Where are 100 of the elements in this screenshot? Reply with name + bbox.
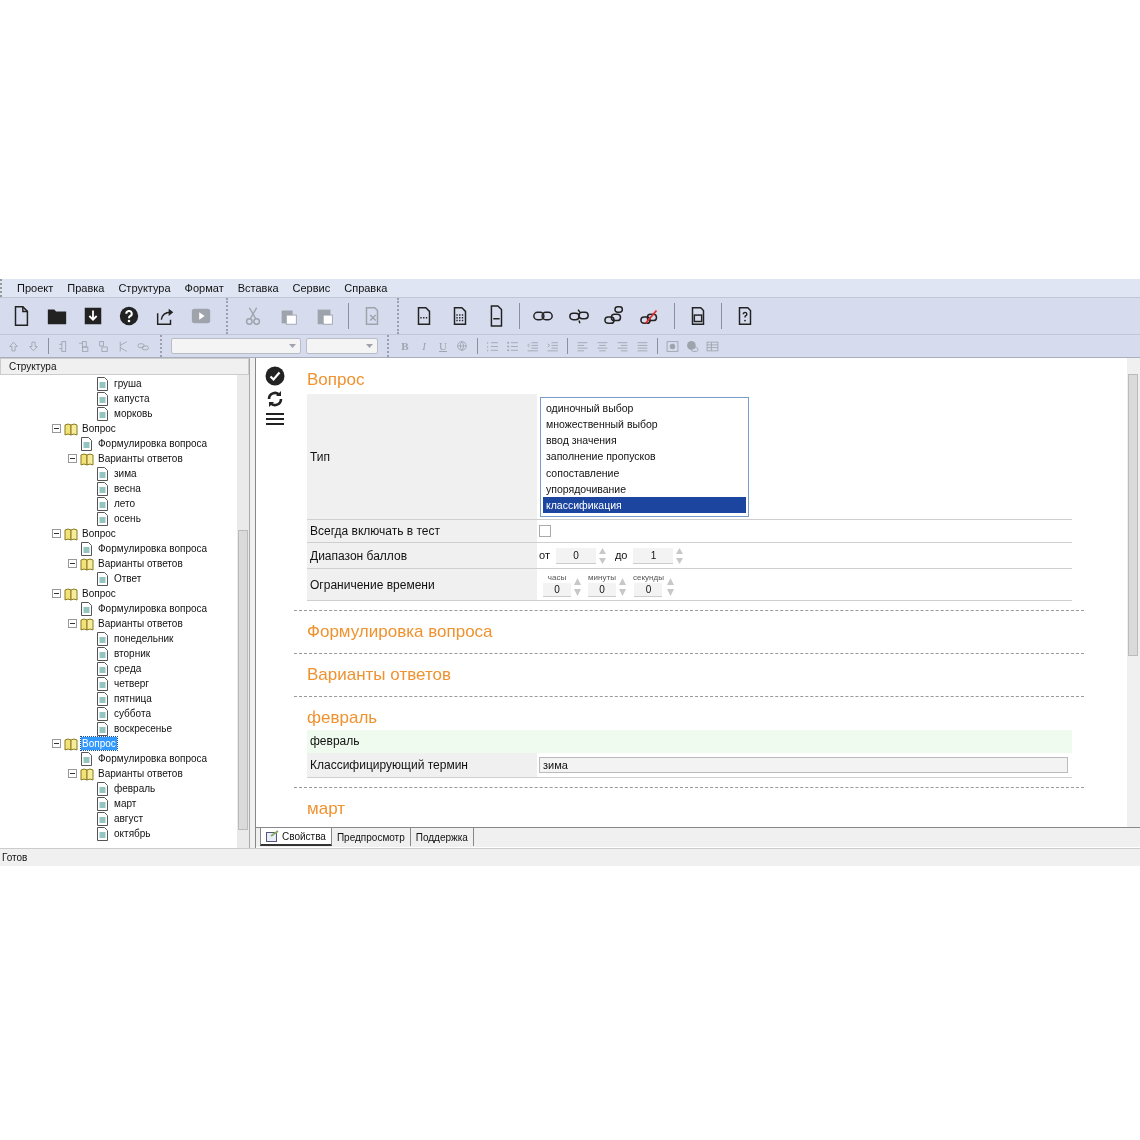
collapse-icon[interactable] bbox=[68, 454, 77, 463]
document-icon bbox=[80, 601, 94, 616]
scrollbar[interactable] bbox=[237, 375, 249, 848]
tree-item[interactable]: среда bbox=[113, 662, 143, 675]
spinner-arrows-icon[interactable] bbox=[597, 546, 607, 565]
tab[interactable]: Поддержка bbox=[410, 828, 474, 846]
number-field[interactable]: 0 bbox=[555, 547, 596, 564]
tab[interactable]: Предпросмотр bbox=[331, 828, 411, 846]
menu-item[interactable]: Справка bbox=[337, 279, 395, 297]
tree-item[interactable]: март bbox=[113, 797, 138, 810]
collapse-icon[interactable] bbox=[52, 424, 61, 433]
document-icon bbox=[96, 796, 110, 811]
menu-item[interactable]: Формат bbox=[177, 279, 231, 297]
list-option[interactable]: сопоставление bbox=[543, 464, 746, 481]
answer-text: февраль bbox=[307, 730, 1072, 753]
tab[interactable]: Свойства bbox=[260, 828, 332, 846]
book-icon bbox=[64, 586, 78, 601]
list-option[interactable]: ввод значения bbox=[543, 432, 746, 449]
scrollbar[interactable] bbox=[1127, 358, 1140, 827]
document-icon bbox=[96, 781, 110, 796]
collapse-icon[interactable] bbox=[52, 739, 61, 748]
scroll-thumb[interactable] bbox=[238, 530, 248, 830]
tree-item[interactable]: лето bbox=[113, 497, 137, 510]
list-box[interactable]: одиночный выбор множественный выбор ввод значения заполнение пропусков сопоставление упорядочивание классификация bbox=[540, 396, 749, 517]
tree-item[interactable]: Вопрос bbox=[81, 527, 117, 540]
list-option[interactable]: одиночный выбор bbox=[543, 399, 746, 416]
section-heading: Вопрос bbox=[307, 369, 366, 391]
input-field[interactable]: зима bbox=[539, 757, 1068, 773]
tree-item[interactable]: Формулировка вопроса bbox=[97, 602, 209, 615]
list-option[interactable]: упорядочивание bbox=[543, 480, 746, 498]
book-icon bbox=[80, 766, 94, 781]
document-icon bbox=[96, 571, 110, 586]
tree-item[interactable]: морковь bbox=[113, 407, 154, 420]
list-option[interactable]: множественный выбор bbox=[543, 415, 746, 433]
document-icon bbox=[80, 541, 94, 556]
download-icon[interactable] bbox=[82, 305, 104, 327]
help-icon[interactable] bbox=[118, 305, 140, 327]
number-field[interactable]: 1 bbox=[633, 547, 674, 564]
scroll-thumb[interactable] bbox=[1128, 374, 1138, 656]
spinner-arrows-icon[interactable] bbox=[573, 576, 582, 597]
tree-item[interactable]: понедельник bbox=[113, 632, 175, 645]
spinner-arrows-icon[interactable] bbox=[675, 546, 685, 565]
chain-links-icon[interactable] bbox=[604, 305, 626, 327]
book-icon bbox=[64, 421, 78, 436]
tree-item[interactable]: Варианты ответов bbox=[97, 767, 184, 780]
document-icon bbox=[96, 376, 110, 391]
tree-item[interactable]: Вопрос bbox=[81, 587, 117, 600]
property-label: Тип bbox=[307, 394, 537, 519]
section-heading: февраль bbox=[307, 707, 379, 729]
document-icon bbox=[96, 406, 110, 421]
section-heading: Формулировка вопроса bbox=[307, 621, 494, 643]
collapse-icon[interactable] bbox=[68, 559, 77, 568]
tree-item[interactable]: вторник bbox=[113, 647, 152, 660]
tree-item[interactable]: февраль bbox=[113, 782, 157, 795]
tree-item[interactable]: осень bbox=[113, 512, 142, 525]
list-option[interactable]: классификация bbox=[543, 497, 746, 514]
tree-item[interactable]: груша bbox=[113, 377, 143, 390]
menu-item[interactable]: Правка bbox=[60, 279, 112, 297]
document-icon bbox=[80, 751, 94, 766]
tree-item[interactable]: октябрь bbox=[113, 827, 152, 840]
field-caption: секунды bbox=[633, 572, 664, 583]
menu-item[interactable]: Вставка bbox=[230, 279, 286, 297]
tree-item[interactable]: Формулировка вопроса bbox=[97, 542, 209, 555]
document-icon bbox=[96, 466, 110, 481]
tree-item[interactable]: суббота bbox=[113, 707, 152, 720]
spinner-arrows-icon[interactable] bbox=[618, 576, 627, 597]
collapse-icon[interactable] bbox=[68, 619, 77, 628]
tree-item[interactable]: воскресенье bbox=[113, 722, 174, 735]
number-field[interactable]: 0 bbox=[588, 582, 616, 597]
menu-item[interactable]: Сервис bbox=[285, 279, 338, 297]
panel-header: Структура bbox=[0, 358, 249, 375]
number-field[interactable]: 0 bbox=[543, 582, 571, 597]
refresh-icon[interactable] bbox=[266, 390, 284, 408]
list-option[interactable]: заполнение пропусков bbox=[543, 448, 746, 465]
tree-item[interactable]: четверг bbox=[113, 677, 150, 690]
collapse-icon[interactable] bbox=[68, 769, 77, 778]
tree-item[interactable]: Вопрос bbox=[81, 422, 117, 435]
collapse-icon[interactable] bbox=[52, 589, 61, 598]
tree-item[interactable]: Формулировка вопроса bbox=[97, 437, 209, 450]
spinner-arrows-icon[interactable] bbox=[665, 576, 675, 597]
tree-item[interactable]: Варианты ответов bbox=[97, 557, 184, 570]
tree-item[interactable]: Варианты ответов bbox=[97, 452, 184, 465]
number-field[interactable]: 0 bbox=[634, 582, 663, 597]
tree-item[interactable]: Ответ bbox=[113, 572, 143, 585]
tree-item[interactable]: август bbox=[113, 812, 144, 825]
tree-item[interactable]: пятница bbox=[113, 692, 153, 705]
menu-item[interactable]: Проект bbox=[10, 279, 61, 297]
menu-icon[interactable] bbox=[266, 412, 284, 426]
collapse-icon[interactable] bbox=[52, 529, 61, 538]
menu-item[interactable]: Структура bbox=[111, 279, 178, 297]
tree-item[interactable]: зима bbox=[113, 467, 138, 480]
tree-item[interactable]: Варианты ответов bbox=[97, 617, 184, 630]
book-icon bbox=[64, 526, 78, 541]
check-circle-icon[interactable] bbox=[265, 366, 285, 386]
property-label: Всегда включать в тест bbox=[307, 520, 537, 542]
checkbox[interactable] bbox=[539, 525, 551, 537]
tree-item[interactable]: весна bbox=[113, 482, 142, 495]
tree-item[interactable]: капуста bbox=[113, 392, 151, 405]
tree-item[interactable]: Формулировка вопроса bbox=[97, 752, 209, 765]
document-icon bbox=[96, 706, 110, 721]
